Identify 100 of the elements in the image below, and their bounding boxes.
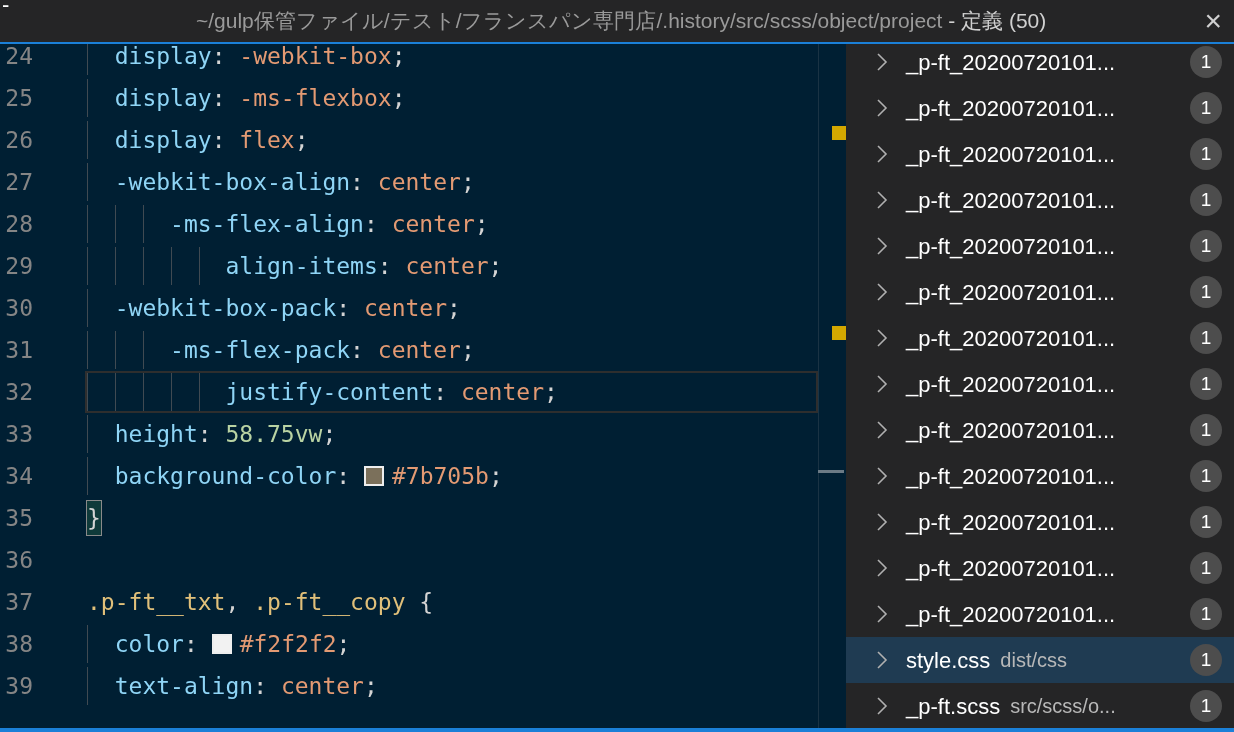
overview-ruler-mark [818,470,844,473]
overview-ruler-mark [832,326,846,340]
code-token: background-color [113,461,337,491]
reference-item[interactable]: _p-ft_20200720101... 1 [846,545,1234,591]
chevron-icon [876,52,888,72]
code-token: align-items [224,251,378,281]
reference-file: _p-ft_20200720101... [906,48,1116,77]
code-token: : [211,44,227,71]
reference-file: _p-ft_20200720101... [906,278,1116,307]
line-number: 39 [4,671,33,701]
reference-item[interactable]: _p-ft_20200720101... 1 [846,223,1234,269]
line-number: 25 [4,83,33,113]
reference-item[interactable]: _p-ft_20200720101... 1 [846,499,1234,545]
line-number: 37 [4,587,33,617]
code-token: ; [544,377,558,407]
reference-item[interactable]: _p-ft_20200720101... 1 [846,361,1234,407]
line-number: 36 [4,545,33,575]
count-badge: 1 [1190,506,1222,538]
code-token: : [350,167,365,197]
code-token: height [113,419,198,449]
code-token: .p-ft__txt [87,587,226,618]
count-badge: 1 [1190,414,1222,446]
tab-fragment: - [2,0,10,19]
code-token: display [113,125,212,155]
code-token: ; [460,335,475,365]
reference-path: dist/css [1000,648,1068,673]
line-number: 30 [4,293,33,323]
code-token: ; [488,461,503,491]
reference-item[interactable]: _p-ft_20200720101... 1 [846,315,1234,361]
code-token: -ms-flex-pack [169,335,351,365]
code-token: center [363,293,448,323]
count-badge: 1 [1190,322,1222,354]
code-token: : [336,461,352,491]
code-token: ; [322,419,337,449]
count-badge: 1 [1190,690,1222,722]
code-token: center [377,335,461,365]
reference-item[interactable]: _p-ft_20200720101... 1 [846,591,1234,637]
code-token: #f2f2f2 [239,629,337,659]
line-number: 34 [4,461,33,491]
code-token: ; [294,125,309,155]
code-token: : [433,377,449,407]
code-token: #7b705b [391,461,489,491]
line-number: 32 [4,377,33,407]
reference-item[interactable]: _p-ft.scss src/scss/o... 1 [846,683,1234,728]
code-token: center [460,377,544,407]
reference-item[interactable]: _p-ft_20200720101... 1 [846,407,1234,453]
count-badge: 1 [1190,552,1222,584]
reference-file: _p-ft_20200720101... [906,554,1116,583]
reference-item[interactable]: _p-ft_20200720101... 1 [846,44,1234,85]
code-token: .p-ft__copy [253,587,406,618]
reference-file: _p-ft_20200720101... [906,140,1116,169]
reference-file: style.css [906,646,991,675]
code-token: ; [488,251,503,281]
chevron-icon [876,98,888,118]
line-number: 26 [4,125,33,155]
line-number: 24 [4,44,33,71]
chevron-icon [876,696,888,716]
reference-file: _p-ft.scss [906,692,1001,721]
reference-item[interactable]: _p-ft_20200720101... 1 [846,85,1234,131]
code-token: display [113,44,212,71]
code-token: center [391,209,475,239]
code-token: ; [391,83,406,113]
line-number: 28 [4,209,33,239]
count-badge: 1 [1190,598,1222,630]
count-badge: 1 [1190,368,1222,400]
chevron-icon [876,328,888,348]
reference-item[interactable]: style.css dist/css 1 [846,637,1234,683]
close-button[interactable]: × [1198,6,1228,36]
reference-file: _p-ft_20200720101... [906,600,1116,629]
code-token: : [253,671,269,701]
chevron-icon [876,420,888,440]
code-token: -ms-flexbox [239,83,392,113]
chevron-icon [876,236,888,256]
line-number: 35 [4,503,33,533]
code-token: center [280,671,364,701]
code-token: ; [363,671,378,701]
reference-item[interactable]: _p-ft_20200720101... 1 [846,131,1234,177]
code-token: : [350,335,365,365]
count-badge: 1 [1190,460,1222,492]
reference-file: _p-ft_20200720101... [906,94,1116,123]
code-token: ; [460,167,475,197]
code-token: : [211,83,227,113]
code-token: center [377,167,461,197]
window-title: - 定義 (50) [947,8,1047,35]
chevron-icon [876,282,888,302]
reference-file: _p-ft_20200720101... [906,232,1116,261]
overview-ruler-mark [832,126,846,140]
line-number: 38 [4,629,33,659]
line-number: 31 [4,335,33,365]
chevron-icon [876,512,888,532]
count-badge: 1 [1190,138,1222,170]
count-badge: 1 [1190,644,1222,676]
code-token: { [418,587,434,617]
reference-item[interactable]: _p-ft_20200720101... 1 [846,177,1234,223]
reference-item[interactable]: _p-ft_20200720101... 1 [846,453,1234,499]
code-token: : [183,629,199,659]
reference-path: src/scss/o... [1010,694,1116,719]
reference-item[interactable]: _p-ft_20200720101... 1 [846,269,1234,315]
code-token: : [363,209,379,239]
code-token: justify-content [224,377,434,407]
